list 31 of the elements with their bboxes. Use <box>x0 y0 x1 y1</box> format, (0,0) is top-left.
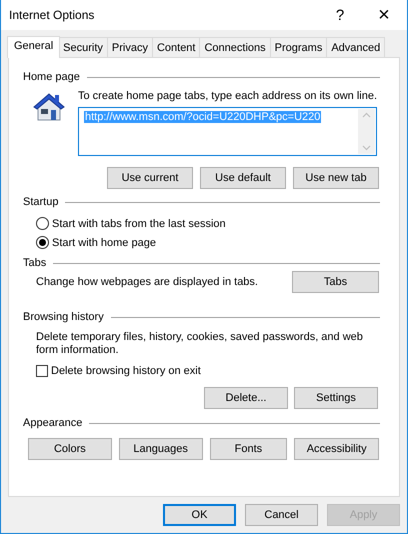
delete-button[interactable]: Delete... <box>204 387 288 409</box>
instruction-text: To create home page tabs, type each address on its own line. <box>78 90 378 102</box>
tabs-description: Change how webpages are displayed in tabs. <box>36 276 258 288</box>
scroll-up-icon[interactable] <box>362 112 371 118</box>
scroll-down-icon[interactable] <box>362 145 371 151</box>
use-new-tab-button[interactable]: Use new tab <box>293 167 379 189</box>
house-icon <box>33 92 65 122</box>
colors-button[interactable]: Colors <box>28 438 112 460</box>
group-heading: Home page <box>23 71 80 83</box>
tab[interactable]: General <box>7 36 60 58</box>
radio-option[interactable]: Start with home page <box>36 233 379 252</box>
languages-button[interactable]: Languages <box>118 438 202 460</box>
group-heading: Tabs <box>23 257 46 269</box>
use-default-button[interactable]: Use default <box>200 167 286 189</box>
window-title: Internet Options <box>9 8 96 22</box>
settings-button[interactable]: Settings <box>294 387 378 409</box>
group-heading: Appearance <box>23 417 82 429</box>
help-button[interactable]: ? <box>330 6 350 24</box>
group-heading: Startup <box>23 196 58 208</box>
radio-option[interactable]: Start with tabs from the last session <box>36 214 379 233</box>
history-description: Delete temporary files, history, cookies, saved passwords, and web form information. <box>36 331 364 357</box>
tab[interactable]: Advanced <box>326 37 386 57</box>
group-heading: Browsing history <box>23 311 104 323</box>
ok-button[interactable]: OK <box>163 504 236 526</box>
close-button[interactable]: × <box>372 3 396 27</box>
use-current-button[interactable]: Use current <box>107 167 193 189</box>
cancel-button[interactable]: Cancel <box>245 504 318 526</box>
accessibility-button[interactable]: Accessibility <box>294 438 380 460</box>
tabs-button[interactable]: Tabs <box>292 271 379 293</box>
checkbox-option[interactable]: Delete browsing history on exit <box>36 361 379 380</box>
fonts-button[interactable]: Fonts <box>210 438 288 460</box>
